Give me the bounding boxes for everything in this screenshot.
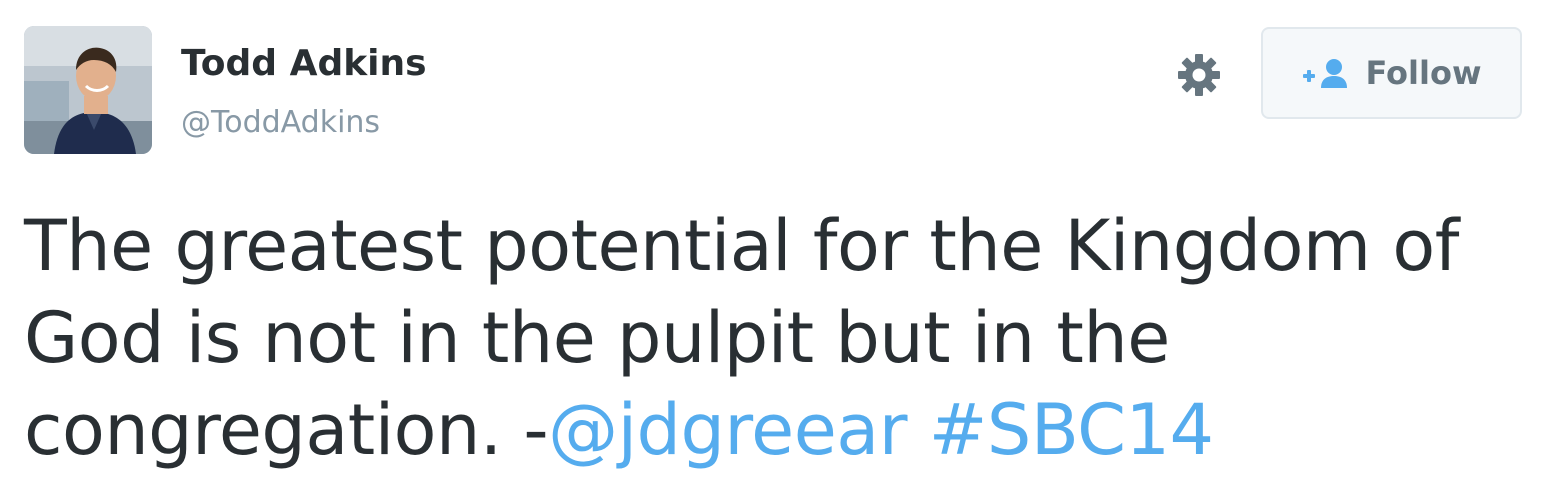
gear-icon[interactable] — [1174, 50, 1224, 100]
hashtag-link[interactable]: #SBC14 — [929, 389, 1214, 471]
author-handle[interactable]: @ToddAdkins — [181, 104, 380, 142]
add-user-icon — [1301, 57, 1353, 89]
tweet-text-line-3-prefix: congregation. - — [24, 389, 549, 471]
tweet-text: The greatest potential for the Kingdom o… — [24, 200, 1524, 476]
follow-label: Follow — [1365, 54, 1482, 92]
avatar[interactable] — [24, 26, 152, 154]
tweet-text-line-3: congregation. -@jdgreear #SBC14 — [24, 384, 1524, 476]
avatar-photo — [24, 26, 152, 154]
author-name[interactable]: Todd Adkins — [181, 42, 427, 86]
tweet-text-line-2: God is not in the pulpit but in the — [24, 297, 1170, 379]
tweet-text-line-1: The greatest potential for the Kingdom o… — [24, 205, 1459, 287]
mention-link[interactable]: @jdgreear — [548, 389, 907, 471]
follow-button[interactable]: Follow — [1261, 27, 1522, 119]
tweet-card: Todd Adkins @ToddAdkins Follow The great… — [0, 0, 1558, 482]
